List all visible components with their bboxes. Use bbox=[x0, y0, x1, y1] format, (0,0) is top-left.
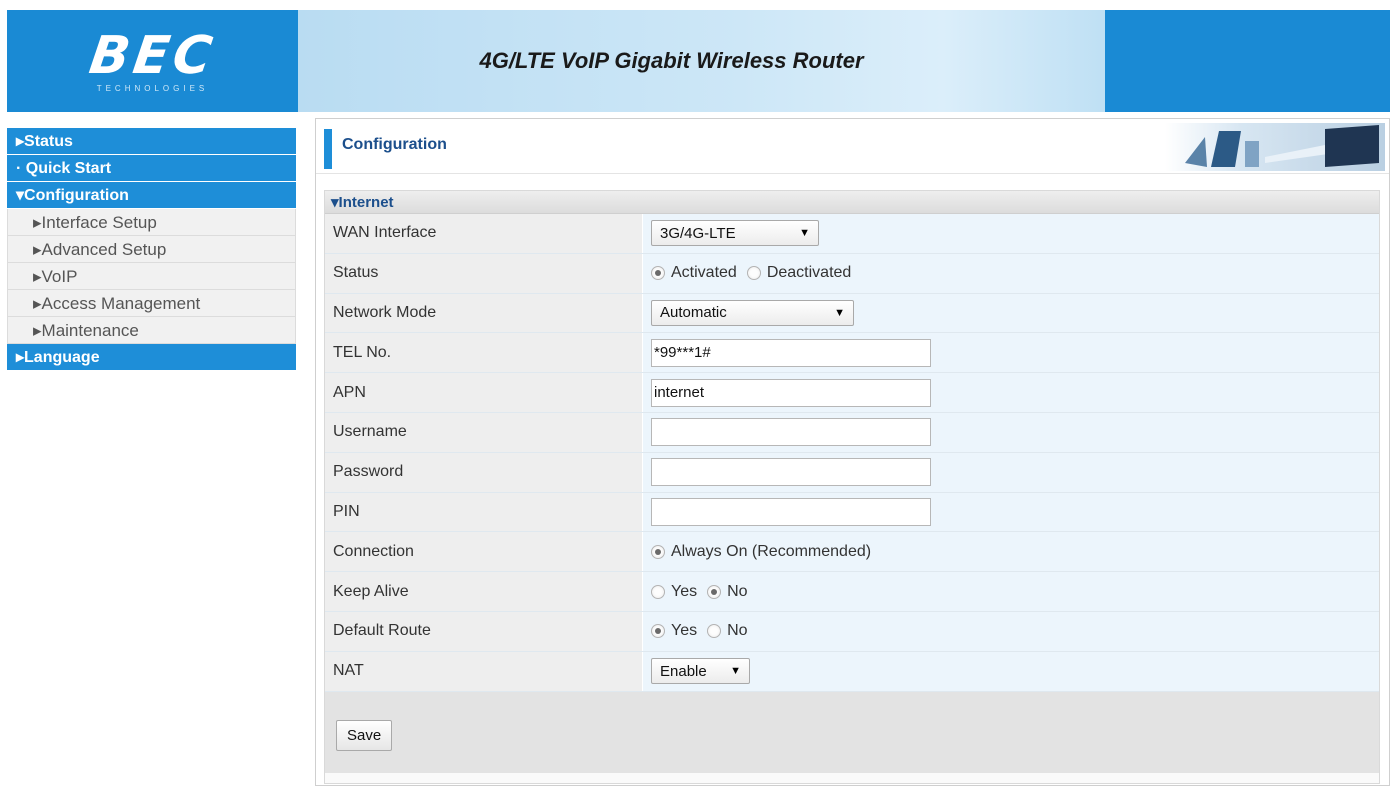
sidebar-item-voip[interactable]: ▸VoIP bbox=[7, 263, 296, 290]
header-banner: BEC TECHNOLOGIES 4G/LTE VoIP Gigabit Wir… bbox=[7, 10, 1390, 112]
default-route-no-label: No bbox=[727, 622, 748, 640]
form-row-username: Username bbox=[325, 412, 1379, 453]
keep-alive-yes-label: Yes bbox=[671, 582, 698, 600]
tel-no-label: TEL No. bbox=[325, 333, 643, 373]
default-route-no-radio[interactable]: No bbox=[707, 622, 748, 640]
form-row-connection: Connection Always On (Recommended) bbox=[325, 532, 1379, 573]
product-title: 4G/LTE VoIP Gigabit Wireless Router bbox=[479, 48, 864, 73]
network-mode-label: Network Mode bbox=[325, 293, 643, 333]
dropdown-arrow-icon: ▼ bbox=[730, 665, 741, 678]
dropdown-arrow-icon: ▼ bbox=[834, 306, 845, 319]
main-panel: Configuration ▾Internet WAN Interface 3G… bbox=[315, 118, 1390, 786]
nat-select[interactable]: Enable ▼ bbox=[651, 658, 750, 685]
keep-alive-no-radio[interactable]: No bbox=[707, 582, 748, 601]
sidebar-item-advanced-setup[interactable]: ▸Advanced Setup bbox=[7, 236, 296, 263]
form-footer: Save bbox=[325, 691, 1379, 773]
tel-no-input[interactable] bbox=[651, 338, 931, 367]
pin-input[interactable] bbox=[651, 497, 931, 526]
sidebar-nav: ▸Status · Quick Start ▾Configuration ▸In… bbox=[7, 128, 296, 371]
keep-alive-label: Keep Alive bbox=[325, 572, 643, 611]
radio-selected-icon bbox=[707, 584, 722, 599]
connection-label: Connection bbox=[325, 532, 643, 572]
form-row-password: Password bbox=[325, 452, 1379, 493]
default-route-yes-radio[interactable]: Yes bbox=[651, 622, 697, 640]
sidebar-item-configuration[interactable]: ▾Configuration bbox=[7, 182, 296, 209]
pin-label: PIN bbox=[325, 492, 643, 532]
save-button[interactable]: Save bbox=[336, 719, 393, 751]
brand-logo: BEC TECHNOLOGIES bbox=[7, 10, 298, 112]
status-label: Status bbox=[325, 253, 643, 293]
connection-always-on-label: Always On (Recommended) bbox=[671, 542, 872, 560]
radio-selected-icon bbox=[651, 266, 665, 281]
form-row-apn: APN bbox=[325, 373, 1379, 413]
form-row-tel-no: TEL No. bbox=[325, 333, 1379, 374]
radio-unselected-icon bbox=[746, 266, 761, 281]
keep-alive-yes-radio[interactable]: Yes bbox=[651, 583, 697, 601]
form-row-keep-alive: Keep Alive Yes No bbox=[325, 572, 1379, 612]
connection-always-on-radio[interactable]: Always On (Recommended) bbox=[651, 543, 871, 561]
password-label: Password bbox=[325, 452, 643, 492]
internet-section: ▾Internet WAN Interface 3G/4G-LTE ▼ Stat… bbox=[324, 190, 1380, 784]
keep-alive-no-label: No bbox=[727, 582, 748, 600]
radio-selected-icon bbox=[651, 544, 665, 559]
username-label: Username bbox=[325, 412, 643, 452]
radio-unselected-icon bbox=[707, 624, 722, 639]
status-activated-radio[interactable]: Activated bbox=[651, 264, 737, 282]
status-activated-label: Activated bbox=[671, 264, 737, 282]
form-row-nat: NAT Enable ▼ bbox=[325, 651, 1379, 692]
status-deactivated-radio[interactable]: Deactivated bbox=[746, 264, 852, 282]
username-input[interactable] bbox=[651, 418, 931, 447]
sidebar-item-language[interactable]: ▸Language bbox=[7, 344, 296, 371]
form-row-pin: PIN bbox=[325, 492, 1379, 533]
header-right-block bbox=[1105, 10, 1390, 112]
sidebar-item-maintenance[interactable]: ▸Maintenance bbox=[7, 317, 296, 344]
title-accent-bar bbox=[324, 129, 332, 169]
radio-unselected-icon bbox=[651, 584, 665, 599]
sidebar-item-quick-start[interactable]: · Quick Start bbox=[7, 155, 296, 182]
wan-interface-select[interactable]: 3G/4G-LTE ▼ bbox=[651, 220, 819, 247]
dropdown-arrow-icon: ▼ bbox=[799, 227, 810, 240]
network-mode-value: Automatic bbox=[660, 304, 727, 322]
wan-interface-value: 3G/4G-LTE bbox=[660, 224, 736, 242]
default-route-label: Default Route bbox=[325, 611, 643, 651]
nat-value: Enable bbox=[660, 662, 707, 680]
nat-label: NAT bbox=[325, 651, 643, 691]
office-illustration-icon bbox=[1165, 123, 1385, 171]
page-title: Configuration bbox=[342, 136, 447, 153]
status-deactivated-label: Deactivated bbox=[766, 264, 852, 282]
form-row-network-mode: Network Mode Automatic ▼ bbox=[325, 293, 1379, 334]
radio-selected-icon bbox=[651, 624, 665, 639]
header-title-area: 4G/LTE VoIP Gigabit Wireless Router bbox=[298, 10, 1105, 112]
section-header-internet[interactable]: ▾Internet bbox=[325, 191, 1379, 214]
sidebar-item-status[interactable]: ▸Status bbox=[7, 128, 296, 155]
apn-label: APN bbox=[325, 373, 643, 412]
page-title-bar: Configuration bbox=[316, 119, 1389, 174]
sidebar-item-interface-setup[interactable]: ▸Interface Setup bbox=[7, 209, 296, 236]
form-row-status: Status Activated Deactivated bbox=[325, 253, 1379, 294]
apn-input[interactable] bbox=[651, 378, 931, 407]
form-row-wan-interface: WAN Interface 3G/4G-LTE ▼ bbox=[325, 214, 1379, 254]
network-mode-select[interactable]: Automatic ▼ bbox=[651, 299, 854, 326]
password-input[interactable] bbox=[651, 458, 931, 487]
sidebar-item-access-management[interactable]: ▸Access Management bbox=[7, 290, 296, 317]
wan-interface-label: WAN Interface bbox=[325, 214, 643, 253]
logo-text: BEC bbox=[85, 25, 220, 86]
default-route-yes-label: Yes bbox=[671, 622, 698, 640]
form-row-default-route: Default Route Yes No bbox=[325, 611, 1379, 652]
